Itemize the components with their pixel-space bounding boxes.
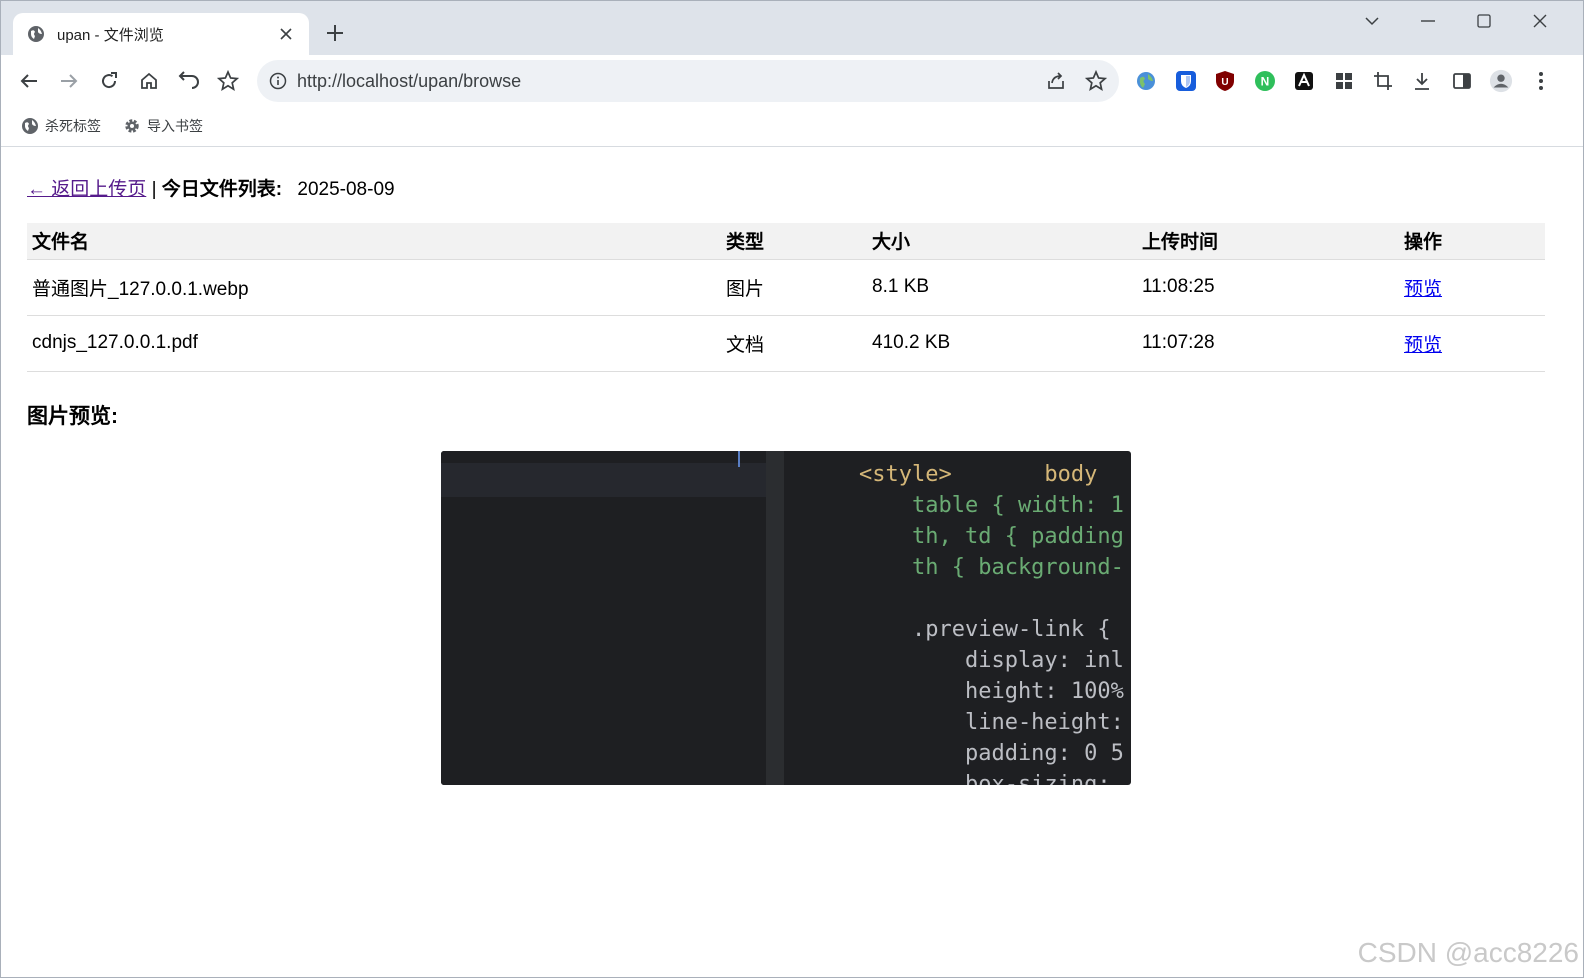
bookmark-item-kill-tabs[interactable]: 杀死标签 [21,115,101,137]
page-content: ← 返回上传页 | 今日文件列表: 2025-08-09 文件名 类型 大小 上… [1,148,1583,977]
menu-icon[interactable] [1529,69,1553,93]
code-snippet: <style> body table { width: 1 th, td { p… [859,459,1124,785]
browser-window: upan - 文件浏览 http://localhost/upan/browse… [0,0,1584,978]
code-line: padding: 0 5 [859,741,1124,766]
tab-title: upan - 文件浏览 [57,26,164,44]
header-type: 类型 [721,223,867,260]
preview-link[interactable]: 预览 [1404,335,1442,356]
address-bar[interactable]: http://localhost/upan/browse [257,60,1119,102]
header-upload-time: 上传时间 [1137,223,1399,260]
separator: | [151,179,157,200]
bookmark-label: 导入书签 [147,118,203,134]
file-table: 文件名 类型 大小 上传时间 操作 普通图片_127.0.0.1.webp 图片… [27,223,1545,372]
minimize-icon[interactable] [1405,7,1451,35]
share-icon[interactable] [1045,70,1067,92]
profile-icon[interactable] [1489,69,1513,93]
cell-filename: cdnjs_127.0.0.1.pdf [27,315,721,372]
back-arrow-icon[interactable] [15,67,43,95]
cell-size: 410.2 KB [867,315,1137,372]
bookmark-page-star-icon[interactable] [1085,70,1107,92]
list-label: 今日文件列表: [161,179,283,200]
watermark: CSDN @acc8226 [1357,937,1579,968]
code-line: th { background- [859,555,1124,580]
editor-current-line [441,463,766,497]
close-window-icon[interactable] [1517,7,1563,35]
tab-search-chevron-icon[interactable] [1349,7,1395,35]
forward-arrow-icon[interactable] [55,67,83,95]
header-filename: 文件名 [27,223,721,260]
back-to-upload-link[interactable]: ← 返回上传页 [27,179,146,200]
code-line: table { width: 1 [859,493,1124,518]
undo-icon[interactable] [175,67,203,95]
n-extension-icon[interactable]: N [1253,69,1277,93]
header-action: 操作 [1399,223,1545,260]
code-line: display: inl [859,648,1124,673]
a-extension-icon[interactable] [1292,69,1316,93]
globe-icon [28,26,44,42]
code-line: height: 100% [859,679,1124,704]
tab-close-icon[interactable] [277,25,295,43]
bookmark-item-import[interactable]: 导入书签 [123,115,203,137]
code-line: box-sizing: [859,772,1111,785]
reload-icon[interactable] [95,67,123,95]
new-tab-plus-icon[interactable] [323,21,347,45]
gear-icon [125,119,139,133]
cell-time: 11:07:28 [1137,315,1399,372]
table-header-row: 文件名 类型 大小 上传时间 操作 [27,223,1545,260]
bitwarden-icon[interactable] [1174,69,1198,93]
bookmarks-bar: 杀死标签 导入书签 [1,107,1583,147]
svg-text:N: N [1261,75,1270,89]
browser-toolbar: http://localhost/upan/browse U N [1,55,1583,107]
download-icon[interactable] [1410,69,1434,93]
code-line: line-height: [859,710,1124,735]
tab-strip: upan - 文件浏览 [1,1,1583,55]
list-date: 2025-08-09 [297,179,395,200]
cell-type: 图片 [721,259,867,316]
cell-type: 文档 [721,315,867,372]
editor-left-pane [441,451,766,785]
cell-size: 8.1 KB [867,259,1137,316]
bookmark-star-icon[interactable] [214,67,242,95]
code-line: th, td { padding [859,524,1124,549]
url-text[interactable]: http://localhost/upan/browse [297,71,521,92]
cell-action: 预览 [1399,259,1545,316]
editor-gutter [766,451,784,785]
page-header-line: ← 返回上传页 | 今日文件列表: 2025-08-09 [27,174,395,201]
side-panel-icon[interactable] [1450,69,1474,93]
extensions-grid-icon[interactable] [1332,69,1356,93]
image-preview-heading: 图片预览: [27,405,118,428]
maximize-icon[interactable] [1461,7,1507,35]
globe-icon [22,118,38,134]
code-line: <style> body [859,462,1098,487]
cell-action: 预览 [1399,315,1545,372]
home-icon[interactable] [135,67,163,95]
editor-caret [738,451,740,467]
crop-icon[interactable] [1371,69,1395,93]
cell-time: 11:08:25 [1137,259,1399,316]
browser-tab-active[interactable]: upan - 文件浏览 [13,13,309,55]
table-row: cdnjs_127.0.0.1.pdf 文档 410.2 KB 11:07:28… [27,315,1545,372]
header-size: 大小 [867,223,1137,260]
cell-filename: 普通图片_127.0.0.1.webp [27,259,721,316]
bookmark-label: 杀死标签 [45,118,101,134]
site-info-icon[interactable] [269,72,287,90]
table-row: 普通图片_127.0.0.1.webp 图片 8.1 KB 11:08:25 预… [27,259,1545,316]
preview-image: <style> body table { width: 1 th, td { p… [441,451,1131,785]
svg-text:U: U [1221,77,1228,88]
globe-extension-icon[interactable] [1134,69,1158,93]
code-line: .preview-link { [859,617,1111,642]
preview-link[interactable]: 预览 [1404,279,1442,300]
ublock-icon[interactable]: U [1213,69,1237,93]
